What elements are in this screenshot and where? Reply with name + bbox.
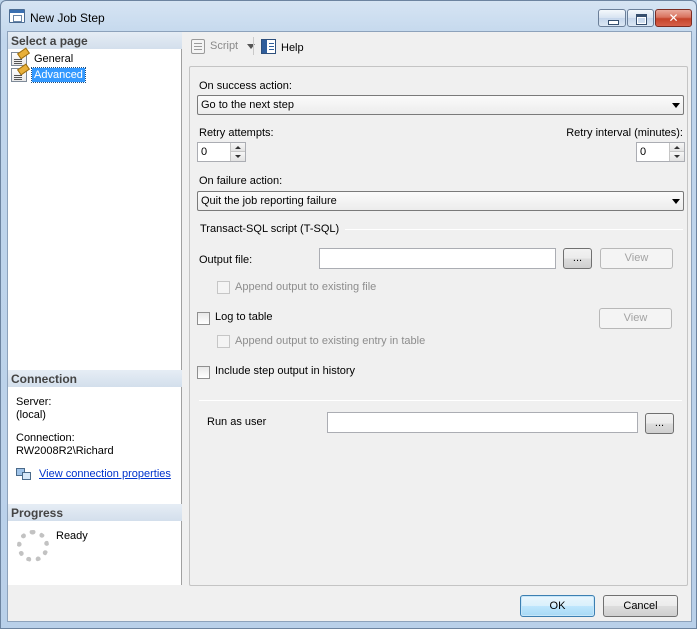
help-icon[interactable] — [261, 39, 276, 54]
output-file-view-button[interactable]: View — [600, 248, 673, 269]
left-panel: Select a page General Advanced Connectio… — [8, 32, 182, 585]
include-history-label: Include step output in history — [215, 365, 356, 377]
server-value: (local) — [16, 409, 46, 421]
run-as-divider — [199, 400, 682, 401]
retry-attempts-stepper[interactable]: 0 — [197, 142, 246, 162]
page-item-label: Advanced — [31, 67, 86, 83]
run-as-user-input[interactable] — [327, 412, 638, 433]
script-label: Script — [210, 40, 239, 52]
output-file-input[interactable] — [319, 248, 556, 269]
connection-label: Connection: — [16, 432, 75, 444]
select-page-header: Select a page — [8, 32, 182, 49]
output-file-label: Output file: — [199, 254, 253, 266]
run-as-user-label: Run as user — [207, 416, 267, 428]
retry-interval-label: Retry interval (minutes): — [566, 127, 683, 139]
tsql-group-label: Transact-SQL script (T-SQL) — [200, 223, 340, 235]
page-properties-icon — [11, 68, 27, 82]
new-job-step-window: New Job Step Select a page General Advan… — [0, 0, 697, 629]
chevron-down-icon — [672, 199, 680, 204]
retry-attempts-value: 0 — [201, 146, 208, 158]
log-to-table-checkbox[interactable] — [197, 312, 210, 325]
minimize-button[interactable] — [598, 9, 626, 27]
include-history-checkbox[interactable] — [197, 366, 210, 379]
toolbar: Script Help — [183, 32, 691, 60]
progress-header: Progress — [8, 504, 182, 521]
right-panel: Script Help On success action: Go to the… — [183, 32, 691, 586]
ok-button[interactable]: OK — [520, 595, 595, 617]
help-button[interactable]: Help — [281, 42, 304, 54]
on-failure-label: On failure action: — [199, 175, 283, 187]
progress-spinner-icon — [17, 530, 49, 562]
dialog-client-area: Select a page General Advanced Connectio… — [7, 31, 692, 622]
increment-arrow-icon[interactable] — [669, 143, 684, 152]
connection-header: Connection — [8, 370, 182, 387]
on-failure-action-select[interactable]: Quit the job reporting failure — [197, 191, 684, 211]
window-title: New Job Step — [30, 11, 105, 25]
retry-interval-value: 0 — [640, 146, 647, 158]
append-output-label: Append output to existing file — [235, 281, 377, 293]
progress-status: Ready — [56, 530, 88, 542]
job-step-window-icon — [9, 9, 25, 23]
maximize-button[interactable] — [627, 9, 654, 27]
decrement-arrow-icon[interactable] — [669, 152, 684, 161]
advanced-options-panel: On success action: Go to the next step R… — [189, 66, 688, 586]
toolbar-separator — [253, 37, 254, 55]
chevron-down-icon — [672, 103, 680, 108]
output-file-browse-button[interactable]: ... — [563, 248, 592, 269]
title-bar[interactable]: New Job Step — [1, 1, 696, 31]
append-output-checkbox[interactable] — [217, 281, 230, 294]
retry-attempts-label: Retry attempts: — [199, 127, 274, 139]
decrement-arrow-icon[interactable] — [230, 152, 245, 161]
on-success-action-select[interactable]: Go to the next step — [197, 95, 684, 115]
log-to-table-label: Log to table — [215, 311, 273, 323]
on-success-label: On success action: — [199, 80, 292, 92]
connection-properties-icon — [16, 468, 32, 482]
cancel-button[interactable]: Cancel — [603, 595, 678, 617]
page-item-label: General — [34, 53, 74, 65]
group-divider — [345, 229, 683, 230]
run-as-user-browse-button[interactable]: ... — [645, 413, 674, 434]
log-table-view-button[interactable]: View — [599, 308, 672, 329]
connection-value: RW2008R2\Richard — [16, 445, 114, 457]
script-icon — [191, 39, 205, 54]
append-entry-label: Append output to existing entry in table — [235, 335, 426, 347]
retry-interval-stepper[interactable]: 0 — [636, 142, 685, 162]
increment-arrow-icon[interactable] — [230, 143, 245, 152]
server-label: Server: — [16, 396, 52, 408]
view-connection-properties-link[interactable]: View connection properties — [39, 468, 171, 480]
on-success-value: Go to the next step — [201, 99, 294, 111]
append-entry-checkbox[interactable] — [217, 335, 230, 348]
close-button[interactable] — [655, 9, 692, 27]
on-failure-value: Quit the job reporting failure — [201, 195, 337, 207]
